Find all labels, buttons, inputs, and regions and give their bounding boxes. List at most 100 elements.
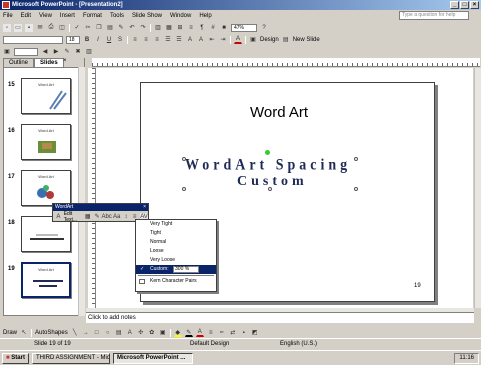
oval-icon[interactable]: ○ [104,329,112,337]
selection-handle[interactable] [182,157,186,161]
spacing-tight[interactable]: Tight [136,229,216,238]
bullets-icon[interactable]: ☰ [175,36,183,44]
show-formatting-icon[interactable]: ¶ [198,24,206,32]
increase-indent-icon[interactable]: ⇥ [219,36,227,44]
arrow-style-icon[interactable]: ⇄ [229,329,237,337]
start-button[interactable]: ■ Start [2,352,29,364]
chart-icon[interactable]: ▥ [154,24,162,32]
save-icon[interactable]: ▪ [25,23,33,32]
cut-icon[interactable]: ✂ [84,24,92,32]
3d-style-icon[interactable]: ◩ [251,329,259,337]
comment-icon[interactable]: ✎ [63,48,71,56]
paste-icon[interactable]: ▤ [106,24,114,32]
format-painter-icon[interactable]: ✎ [117,24,125,32]
dash-style-icon[interactable]: ┅ [218,329,226,337]
fill-color-icon[interactable]: ◆ [173,329,182,337]
shadow-icon[interactable]: S [116,36,124,44]
tab-outline[interactable]: Outline [3,58,35,67]
align-left-icon[interactable]: ≡ [131,36,139,44]
email-icon[interactable]: ✉ [36,24,44,32]
new-icon[interactable]: ▫ [3,23,11,32]
menu-help[interactable]: Help [199,13,211,19]
spacing-custom[interactable]: Custom: 300 % [136,265,216,274]
expand-icon[interactable]: ≡ [187,24,195,32]
thumbnail-slide-15[interactable]: Word Art [21,78,71,114]
taskbar-item-powerpoint[interactable]: Microsoft PowerPoint ... [112,352,193,364]
new-slide-label[interactable]: New Slide [293,37,320,43]
minimize-button[interactable]: _ [450,1,459,9]
close-button[interactable]: × [470,1,479,9]
grid-icon[interactable]: # [209,24,217,32]
forward-icon[interactable]: ▶ [52,48,60,56]
line-style-icon[interactable]: ≡ [207,329,215,337]
wordart-line-1[interactable]: WordArt Spacing [185,157,351,175]
rectangle-icon[interactable]: □ [93,329,101,337]
undo-icon[interactable]: ↶ [128,24,136,32]
select-objects-icon[interactable]: ↖ [20,329,28,337]
menu-window[interactable]: Window [170,13,191,19]
font-color-icon[interactable]: A [234,36,242,44]
thumbnail-slide-17[interactable]: Word Art [21,170,71,206]
rotation-handle[interactable] [265,150,270,155]
decrease-indent-icon[interactable]: ⇤ [208,36,216,44]
italic-icon[interactable]: I [94,36,102,44]
wordart-gallery-icon[interactable]: ▦ [84,213,92,221]
menu-edit[interactable]: Edit [21,13,31,19]
design-label[interactable]: Design [260,37,279,43]
reviewers-select[interactable] [14,47,38,56]
menu-format[interactable]: Format [83,13,102,19]
toolbar-close-icon[interactable]: × [143,204,146,211]
close-pane-icon[interactable]: × [63,58,67,64]
spacing-loose[interactable]: Loose [136,247,216,256]
copy-icon[interactable]: ❐ [95,24,103,32]
spacing-normal[interactable]: Normal [136,238,216,247]
spelling-icon[interactable]: ✓ [73,24,81,32]
wordart-shape-icon[interactable]: Abc [101,213,111,221]
new-slide-icon[interactable]: ▤ [282,36,290,44]
insert-wordart-icon[interactable]: A [55,213,62,221]
format-wordart-icon[interactable]: ✎ [94,213,101,221]
shadow-style-icon[interactable]: ▪ [240,329,248,337]
align-center-icon[interactable]: ≡ [142,36,150,44]
thumbnails-scrollbar[interactable] [78,67,85,316]
color-grayscale-icon[interactable]: ■ [220,24,228,32]
font-size-select[interactable]: 18 [66,35,80,44]
numbering-icon[interactable]: ☰ [164,36,172,44]
line-color-icon[interactable]: ✎ [184,329,193,337]
tab-slides[interactable]: Slides [34,58,64,67]
selection-handle[interactable] [182,187,186,191]
menu-view[interactable]: View [39,13,52,19]
spacing-very-loose[interactable]: Very Loose [136,256,216,265]
kern-character-pairs[interactable]: Kern Character Pairs [136,277,216,286]
notes-pane[interactable]: Click to add notes [86,312,474,323]
arrow-icon[interactable]: → [82,329,90,337]
underline-icon[interactable]: U [105,36,113,44]
taskbar-item-word[interactable]: THIRD ASSIGNMENT - Micro... [31,352,110,364]
table-icon[interactable]: ▦ [165,24,173,32]
delete-comment-icon[interactable]: ✖ [74,48,82,56]
help-icon[interactable]: ? [260,24,268,32]
decrease-font-icon[interactable]: A [197,36,205,44]
back-icon[interactable]: ◀ [41,48,49,56]
review-icon[interactable]: ▣ [3,48,11,56]
ask-question-box[interactable]: Type a question for help [399,11,469,20]
font-color-icon[interactable]: A [195,329,204,337]
tables-borders-icon[interactable]: ⊞ [176,24,184,32]
print-icon[interactable]: ⎙ [47,24,55,32]
same-letter-heights-icon[interactable]: Aa [113,213,121,221]
thumbnail-slide-19[interactable]: Word Art [21,262,71,298]
thumbnail-slide-16[interactable]: Word Art [21,124,71,160]
zoom-select[interactable]: 47% [231,23,257,32]
redo-icon[interactable]: ↷ [139,24,147,32]
bold-icon[interactable]: B [83,36,91,44]
spacing-very-tight[interactable]: Very Tight [136,220,216,229]
autoshapes-menu[interactable]: AutoShapes [35,330,68,336]
draw-menu[interactable]: Draw [3,330,17,336]
textbox-icon[interactable]: ▤ [115,329,123,337]
menu-tools[interactable]: Tools [110,13,124,19]
align-right-icon[interactable]: ≡ [153,36,161,44]
design-icon[interactable]: ▣ [249,36,257,44]
selection-handle[interactable] [354,187,358,191]
diagram-icon[interactable]: ✣ [137,329,145,337]
increase-font-icon[interactable]: A [186,36,194,44]
